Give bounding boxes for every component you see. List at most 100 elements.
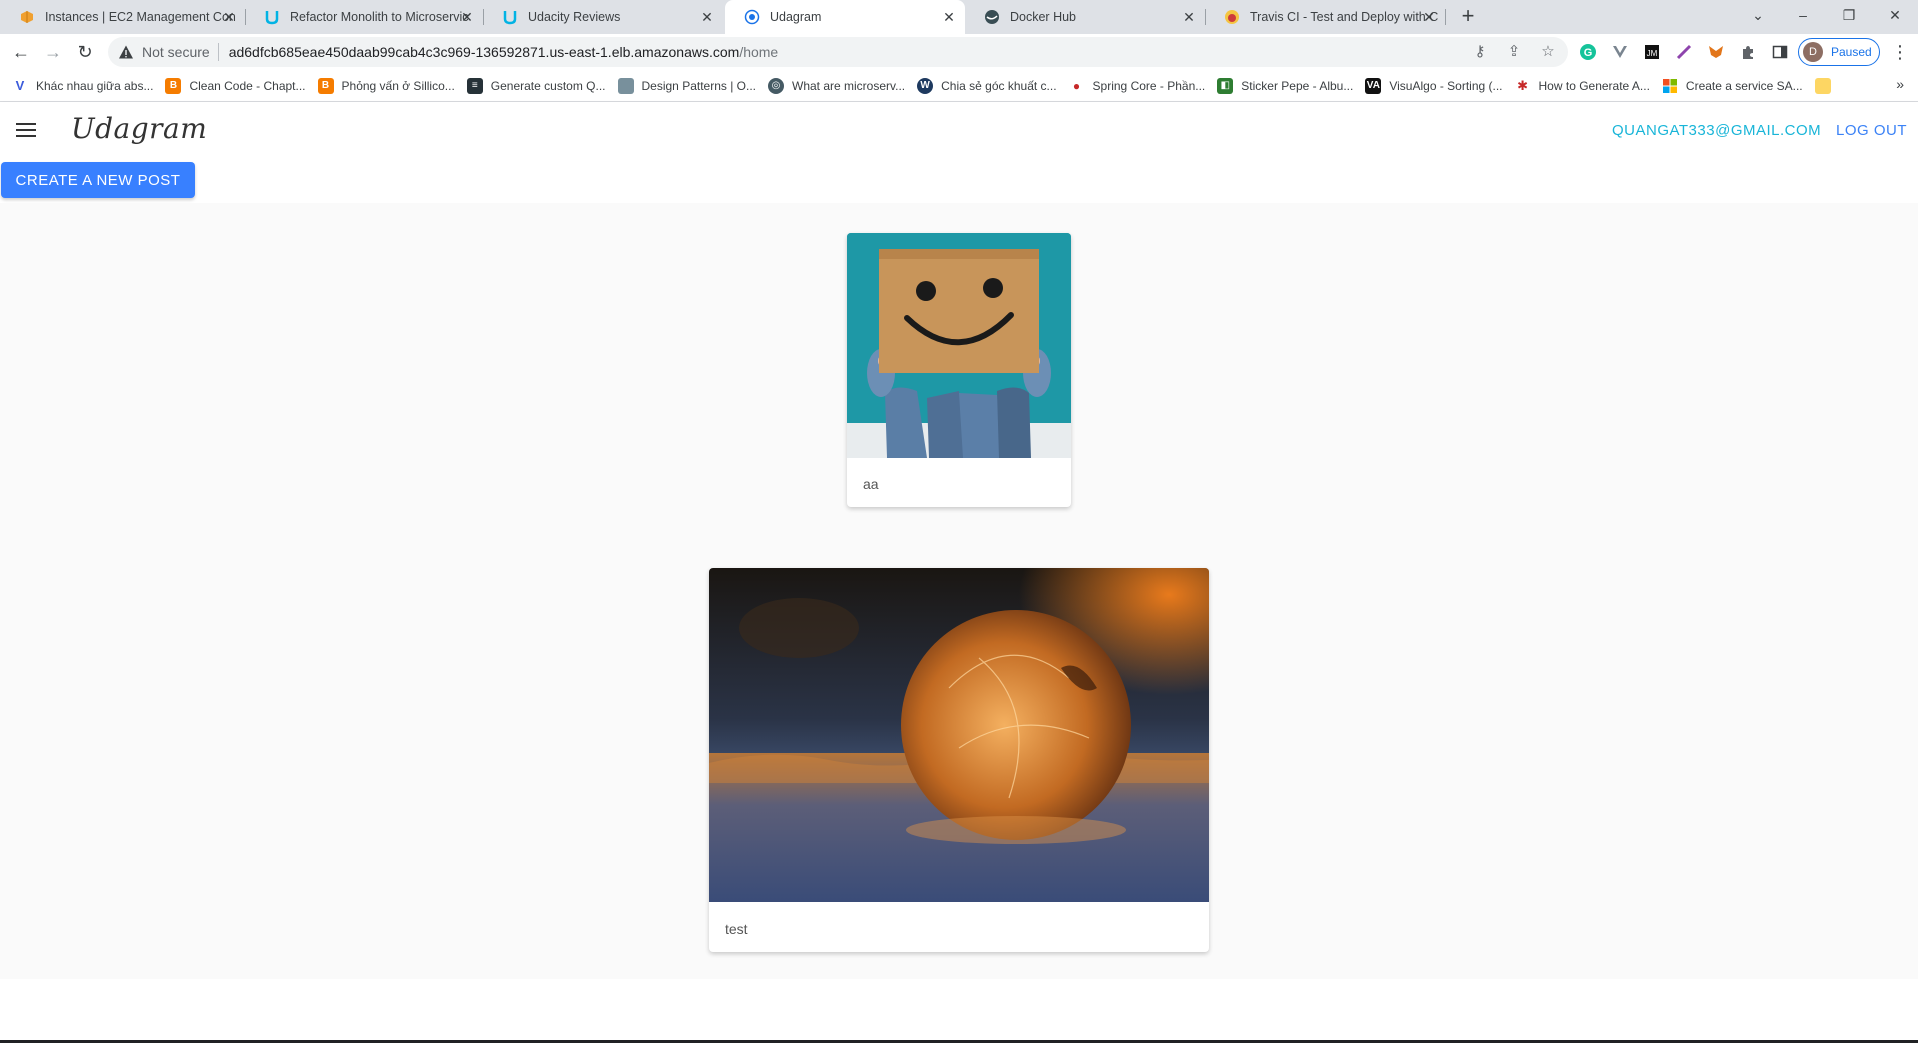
hamburger-menu-icon[interactable] xyxy=(16,119,38,141)
create-post-button[interactable]: CREATE A NEW POST xyxy=(1,162,195,198)
v-logo-icon: V xyxy=(15,78,25,93)
post-caption: test xyxy=(725,921,748,937)
bookmark-item[interactable]: Create a service SA... xyxy=(1662,72,1815,100)
close-icon[interactable]: ✕ xyxy=(459,9,475,25)
tab-title: Udacity Reviews xyxy=(528,10,621,24)
tab-search-chevron-icon[interactable]: ⌄ xyxy=(1735,0,1781,30)
logout-button[interactable]: LOG OUT xyxy=(1836,122,1907,139)
bookmark-label: Design Patterns | O... xyxy=(641,78,757,93)
tab-title: Refactor Monolith to Microservic xyxy=(290,10,469,24)
microsoft-icon xyxy=(1662,78,1678,94)
more-menu-icon[interactable]: ⋮ xyxy=(1890,39,1910,65)
close-icon[interactable]: ✕ xyxy=(1181,9,1197,25)
browser-toolbar: ← → ↻ Not secure ad6dfcb685eae450daab99c… xyxy=(0,34,1918,70)
not-secure-label[interactable]: Not secure xyxy=(142,44,210,60)
green-app-icon: ◧ xyxy=(1217,77,1234,94)
bookmark-label: Spring Core - Phần... xyxy=(1092,78,1206,93)
omnibox-actions: ⚷ ⇪ ☆ xyxy=(1470,42,1558,62)
bookmark-label: Phỏng vấn ở Sillico... xyxy=(341,78,455,93)
bookmark-item[interactable]: B Clean Code - Chapt... xyxy=(165,72,317,100)
warning-triangle-icon xyxy=(119,45,133,59)
tab-title: Udagram xyxy=(770,10,822,24)
bookmark-item[interactable]: ◧ Sticker Pepe - Albu... xyxy=(1217,72,1365,100)
oodesign-icon xyxy=(617,77,634,94)
aws-box-icon xyxy=(19,9,35,25)
address-bar[interactable]: Not secure ad6dfcb685eae450daab99cab4c3c… xyxy=(108,37,1568,67)
bookmark-item[interactable]: VA VisuAlgo - Sorting (... xyxy=(1365,72,1514,100)
post-image xyxy=(847,233,1071,458)
close-icon[interactable]: ✕ xyxy=(699,9,715,25)
tab-ec2[interactable]: Instances | EC2 Management Con ✕ xyxy=(0,0,246,34)
action-row: CREATE A NEW POST xyxy=(0,159,1918,203)
app-logo[interactable]: Udagram xyxy=(71,112,207,145)
bookmark-item[interactable]: B Phỏng vấn ở Sillico... xyxy=(317,72,467,100)
bookmarks-bar: V Khác nhau giữa abs... B Clean Code - Cha… xyxy=(0,70,1918,102)
new-tab-button[interactable]: + xyxy=(1455,4,1481,30)
bookmark-label: Sticker Pepe - Albu... xyxy=(1241,78,1354,93)
bookmark-label: What are microserv... xyxy=(792,78,906,93)
bookmark-item[interactable]: W Chia sẻ góc khuất c... xyxy=(917,72,1068,100)
feed-item: aa xyxy=(847,233,1071,507)
folder-icon xyxy=(1814,77,1831,94)
minimize-button[interactable]: – xyxy=(1780,0,1826,30)
red-gear-icon: ✱ xyxy=(1517,77,1528,93)
close-icon[interactable]: ✕ xyxy=(221,9,237,25)
puzzle-extensions-icon[interactable] xyxy=(1738,42,1758,62)
url-path: /home xyxy=(739,44,779,60)
tab-title: Instances | EC2 Management Con xyxy=(45,10,236,24)
feed-content: CREATE A NEW POST aa test xyxy=(0,159,1918,979)
restore-button[interactable]: ❐ xyxy=(1826,0,1872,30)
bookmark-label: How to Generate A... xyxy=(1538,78,1650,93)
tab-travis-ci[interactable]: Travis CI - Test and Deploy with C ✕ xyxy=(1205,0,1446,34)
metamask-fox-icon[interactable] xyxy=(1706,42,1726,62)
tab-refactor-monolith[interactable]: Refactor Monolith to Microservic ✕ xyxy=(245,0,484,34)
globe-icon xyxy=(744,9,760,25)
dot-icon: ● xyxy=(1072,78,1081,93)
bookmark-item[interactable]: V Khác nhau giữa abs... xyxy=(12,72,165,100)
forward-arrow-icon[interactable]: → xyxy=(40,39,66,65)
bookmark-folder[interactable] xyxy=(1814,72,1851,100)
key-icon[interactable]: ⚷ xyxy=(1470,42,1490,62)
tab-udagram[interactable]: Udagram ✕ xyxy=(725,0,965,34)
user-email-link[interactable]: QUANGAT333@GMAIL.COM xyxy=(1612,122,1821,139)
bookmark-item[interactable]: ✱ How to Generate A... xyxy=(1515,72,1662,100)
bookmark-item[interactable]: Design Patterns | O... xyxy=(617,72,769,100)
feed-item: test xyxy=(709,568,1209,952)
share-icon[interactable]: ⇪ xyxy=(1504,42,1524,62)
profile-button[interactable]: D Paused xyxy=(1798,38,1880,66)
udacity-icon xyxy=(502,9,518,25)
svg-text:G: G xyxy=(1584,47,1593,59)
side-panel-icon[interactable] xyxy=(1770,42,1790,62)
vue-devtools-icon[interactable] xyxy=(1610,42,1630,62)
window-close-button[interactable]: ✕ xyxy=(1872,0,1918,30)
close-icon[interactable]: ✕ xyxy=(1421,9,1437,25)
docker-icon xyxy=(984,9,1000,25)
wordpress-icon: W xyxy=(917,77,934,94)
app-header: Udagram QUANGAT333@GMAIL.COM LOG OUT xyxy=(0,102,1918,159)
bookmarks-overflow-icon[interactable]: » xyxy=(1896,76,1904,92)
visualgo-icon: VA xyxy=(1365,77,1382,94)
blogger-icon: B xyxy=(165,77,182,94)
tab-title: Docker Hub xyxy=(1010,10,1076,24)
post-caption: aa xyxy=(863,476,879,492)
bookmark-item[interactable]: ≡ Generate custom Q... xyxy=(466,72,618,100)
svg-text:JM: JM xyxy=(1647,49,1658,58)
browser-tab-strip: Instances | EC2 Management Con ✕ Refacto… xyxy=(0,0,1918,34)
reload-icon[interactable]: ↻ xyxy=(72,39,98,65)
globe-icon: ◎ xyxy=(768,77,784,94)
back-arrow-icon[interactable]: ← xyxy=(8,39,34,65)
tab-separator xyxy=(1445,9,1446,25)
profile-status: Paused xyxy=(1831,45,1872,59)
close-icon[interactable]: ✕ xyxy=(941,9,957,25)
bookmark-item[interactable]: ● Spring Core - Phần... xyxy=(1069,72,1218,100)
bookmark-label: Create a service SA... xyxy=(1685,78,1803,93)
tab-docker-hub[interactable]: Docker Hub ✕ xyxy=(965,0,1206,34)
jwt-extension-icon[interactable]: JM xyxy=(1642,42,1662,62)
grammarly-icon[interactable]: G xyxy=(1578,42,1598,62)
app-icon: ≡ xyxy=(466,77,483,94)
bookmark-item[interactable]: ◎ What are microserv... xyxy=(768,72,917,100)
pen-extension-icon[interactable] xyxy=(1674,42,1694,62)
tab-udacity-reviews[interactable]: Udacity Reviews ✕ xyxy=(483,0,723,34)
bookmark-label: Generate custom Q... xyxy=(490,78,606,93)
star-icon[interactable]: ☆ xyxy=(1538,42,1558,62)
